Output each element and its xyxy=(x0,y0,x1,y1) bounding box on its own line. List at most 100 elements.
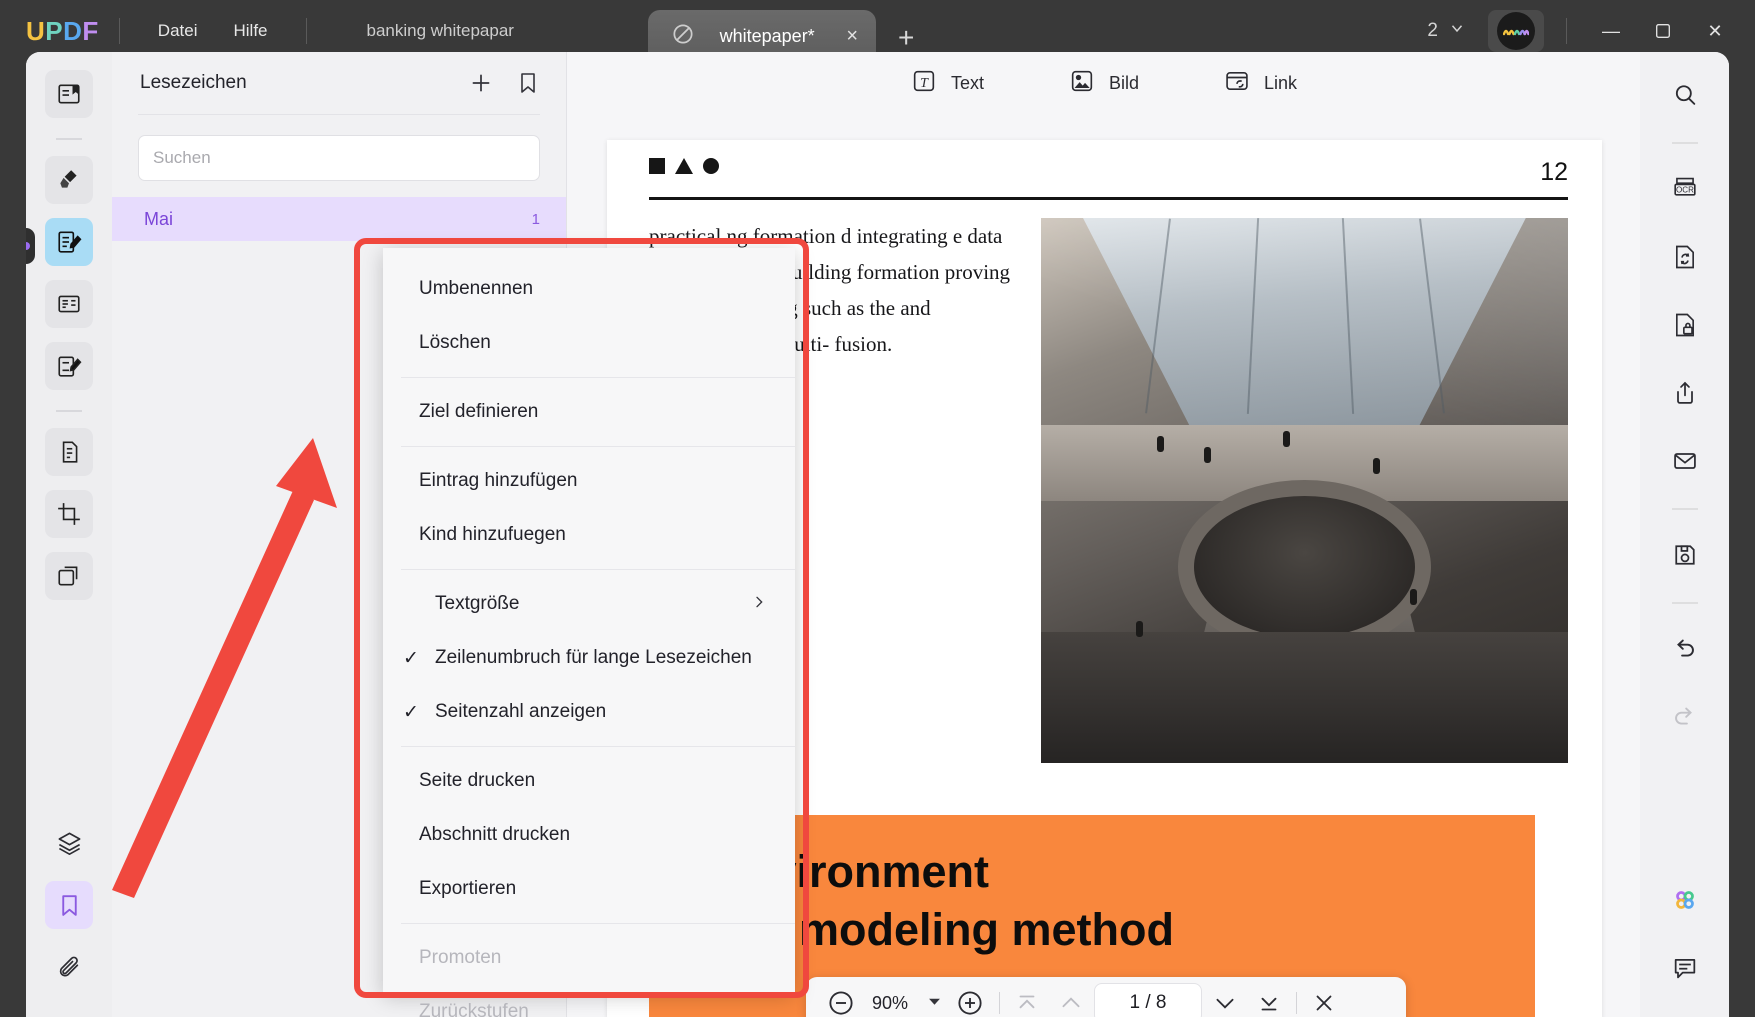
menu-item-label: Umbenennen xyxy=(419,278,534,299)
menu-item-seitenzahl-anzeigen[interactable]: ✓ Seitenzahl anzeigen xyxy=(383,685,795,739)
page-header: 12 xyxy=(607,140,1602,187)
menu-item-eintrag-hinzufuegen[interactable]: Eintrag hinzufügen xyxy=(383,454,795,508)
sidebar-item-attachment[interactable] xyxy=(45,943,93,991)
sidebar-item-edit-pdf[interactable] xyxy=(45,342,93,390)
share-icon[interactable] xyxy=(1662,370,1708,416)
image-icon xyxy=(1068,67,1096,100)
comment-icon[interactable] xyxy=(1662,945,1708,991)
menu-item-exportieren[interactable]: Exportieren xyxy=(383,862,795,916)
divider xyxy=(305,18,307,44)
sidebar-item-highlight[interactable] xyxy=(45,156,93,204)
sidebar-item-organize-pages[interactable] xyxy=(45,428,93,476)
updf-window: U P D F Datei Hilfe banking whitepapar w… xyxy=(0,0,1755,1017)
close-window-button[interactable]: ✕ xyxy=(1689,21,1741,42)
email-icon[interactable] xyxy=(1662,438,1708,484)
bookmark-search-box[interactable] xyxy=(138,135,540,181)
prev-page-icon[interactable] xyxy=(1058,990,1084,1016)
menu-item-zeilenumbruch[interactable]: ✓ Zeilenumbruch für lange Lesezeichen xyxy=(383,631,795,685)
avatar-inner xyxy=(1497,12,1535,50)
bookmark-context-menu[interactable]: Umbenennen Löschen Ziel definieren Eintr… xyxy=(383,248,795,1017)
sidebar-item-form[interactable] xyxy=(45,280,93,328)
zoom-level-label[interactable]: 90% xyxy=(856,993,924,1014)
save-icon[interactable] xyxy=(1662,532,1708,578)
menu-item-abschnitt-drucken[interactable]: Abschnitt drucken xyxy=(383,808,795,862)
menu-separator xyxy=(401,923,795,924)
logo-letter-f: F xyxy=(82,15,99,46)
page-indicator[interactable]: 1 / 8 xyxy=(1094,983,1202,1017)
tool-text[interactable]: T Text xyxy=(910,67,984,100)
menu-item-umbenennen[interactable]: Umbenennen xyxy=(383,262,795,316)
sidebar-item-annotate[interactable] xyxy=(45,218,93,266)
svg-text:T: T xyxy=(920,75,929,90)
add-bookmark-button[interactable] xyxy=(468,70,494,96)
menu-separator xyxy=(401,377,795,378)
background-tab-title[interactable]: banking whitepapar xyxy=(367,21,514,41)
close-icon[interactable]: × xyxy=(846,26,858,46)
avatar[interactable] xyxy=(1488,10,1544,52)
floor xyxy=(1040,632,1568,763)
tool-bild[interactable]: Bild xyxy=(1068,67,1139,100)
annotation-arrow xyxy=(112,438,337,898)
close-toolbar-button[interactable] xyxy=(1311,990,1337,1016)
next-page-icon[interactable] xyxy=(1212,990,1238,1016)
person-figure xyxy=(1204,446,1212,463)
zoom-out-button[interactable] xyxy=(826,988,856,1017)
menu-hilfe[interactable]: Hilfe xyxy=(215,15,285,47)
zoom-in-button[interactable] xyxy=(955,988,985,1017)
tab-title: whitepaper* xyxy=(719,25,815,46)
link-icon xyxy=(1223,67,1251,100)
sidebar-item-bookmark[interactable] xyxy=(45,881,93,929)
menu-item-zurueckstufen: Zurückstufen xyxy=(383,985,795,1017)
menu-datei[interactable]: Datei xyxy=(140,15,216,47)
first-page-icon[interactable] xyxy=(1014,990,1040,1016)
menu-item-label: Exportieren xyxy=(419,878,517,899)
search-icon[interactable] xyxy=(1662,72,1708,118)
text-box-icon: T xyxy=(910,67,938,100)
last-page-icon[interactable] xyxy=(1256,990,1282,1016)
sidebar-item-crop[interactable] xyxy=(45,490,93,538)
ocr-icon[interactable]: OCR xyxy=(1662,166,1708,212)
menu-item-textgroesse[interactable]: Textgröße xyxy=(383,577,795,631)
check-icon: ✓ xyxy=(403,701,419,723)
minimize-button[interactable]: — xyxy=(1585,21,1637,42)
menu-item-kind-hinzufuegen[interactable]: Kind hinzufuegen xyxy=(383,508,795,562)
menu-item-label: Promoten xyxy=(419,947,502,968)
tab-count-value: 2 xyxy=(1427,20,1438,41)
sidebar-item-batch[interactable] xyxy=(45,552,93,600)
menu-item-label: Textgröße xyxy=(435,593,520,614)
sidebar-item-layers[interactable] xyxy=(45,819,93,867)
menu-item-label: Seitenzahl anzeigen xyxy=(435,701,607,722)
triangle-icon xyxy=(675,158,693,174)
bookmark-add-icon[interactable] xyxy=(516,71,540,95)
menu-item-label: Kind hinzufuegen xyxy=(419,524,566,545)
list-item[interactable]: Mai 1 xyxy=(112,197,566,241)
tool-link[interactable]: Link xyxy=(1223,67,1297,100)
menu-separator xyxy=(401,569,795,570)
menu-item-label: Eintrag hinzufügen xyxy=(419,470,578,491)
undo-icon[interactable] xyxy=(1662,626,1708,672)
redo-icon[interactable] xyxy=(1662,694,1708,740)
bookmark-page-number: 1 xyxy=(531,210,540,228)
new-tab-button[interactable]: + xyxy=(898,24,914,52)
sidebar-item-reader-mode[interactable] xyxy=(45,70,93,118)
person-figure xyxy=(1283,430,1291,447)
chevron-down-icon[interactable] xyxy=(928,995,941,1011)
convert-icon[interactable] xyxy=(1662,234,1708,280)
search-input[interactable] xyxy=(153,148,525,168)
menu-item-loeschen[interactable]: Löschen xyxy=(383,316,795,370)
divider xyxy=(1566,18,1567,44)
maximize-button[interactable] xyxy=(1637,22,1689,40)
no-sign-icon xyxy=(670,21,696,52)
divider xyxy=(118,18,120,44)
ai-assistant-icon[interactable] xyxy=(1662,877,1708,923)
svg-text:OCR: OCR xyxy=(1676,185,1694,194)
atrium-opening xyxy=(1177,479,1431,654)
decorative-shapes xyxy=(649,158,719,174)
menu-separator xyxy=(401,446,795,447)
menu-item-seite-drucken[interactable]: Seite drucken xyxy=(383,754,795,808)
protect-icon[interactable] xyxy=(1662,302,1708,348)
bookmarks-header: Lesezeichen xyxy=(112,52,566,114)
menu-item-ziel-definieren[interactable]: Ziel definieren xyxy=(383,385,795,439)
tab-count-dropdown[interactable]: 2 xyxy=(1427,19,1466,43)
banner-line-2: ation modeling method xyxy=(679,904,1174,955)
